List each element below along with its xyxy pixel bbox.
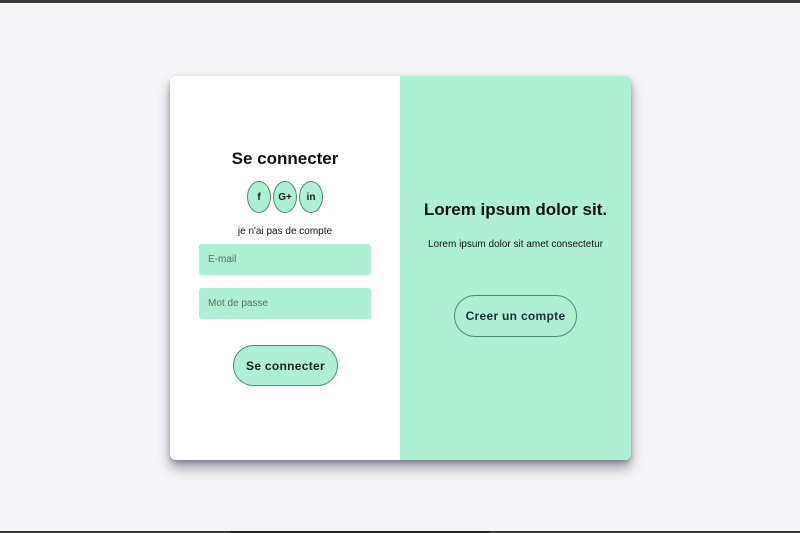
promo-title: Lorem ipsum dolor sit. — [423, 200, 608, 219]
register-panel: Lorem ipsum dolor sit. Lorem ipsum dolor… — [400, 76, 631, 460]
email-field[interactable] — [199, 244, 371, 275]
create-account-button[interactable]: Creer un compte — [454, 295, 577, 337]
google-plus-icon[interactable]: G+ — [273, 181, 297, 213]
facebook-icon[interactable]: f — [247, 181, 271, 213]
window-top-border — [0, 0, 800, 3]
linkedin-icon[interactable]: in — [299, 181, 323, 213]
no-account-text: je n'ai pas de compte — [237, 226, 333, 237]
login-title: Se connecter — [231, 149, 339, 168]
social-login-group: f G+ in — [170, 181, 400, 213]
password-field[interactable] — [199, 288, 371, 319]
login-button[interactable]: Se connecter — [233, 345, 338, 386]
promo-text: Lorem ipsum dolor sit amet consectetur — [427, 239, 604, 250]
auth-card: Se connecter f G+ in je n'ai pas de comp… — [170, 76, 631, 460]
login-panel: Se connecter f G+ in je n'ai pas de comp… — [170, 76, 400, 460]
